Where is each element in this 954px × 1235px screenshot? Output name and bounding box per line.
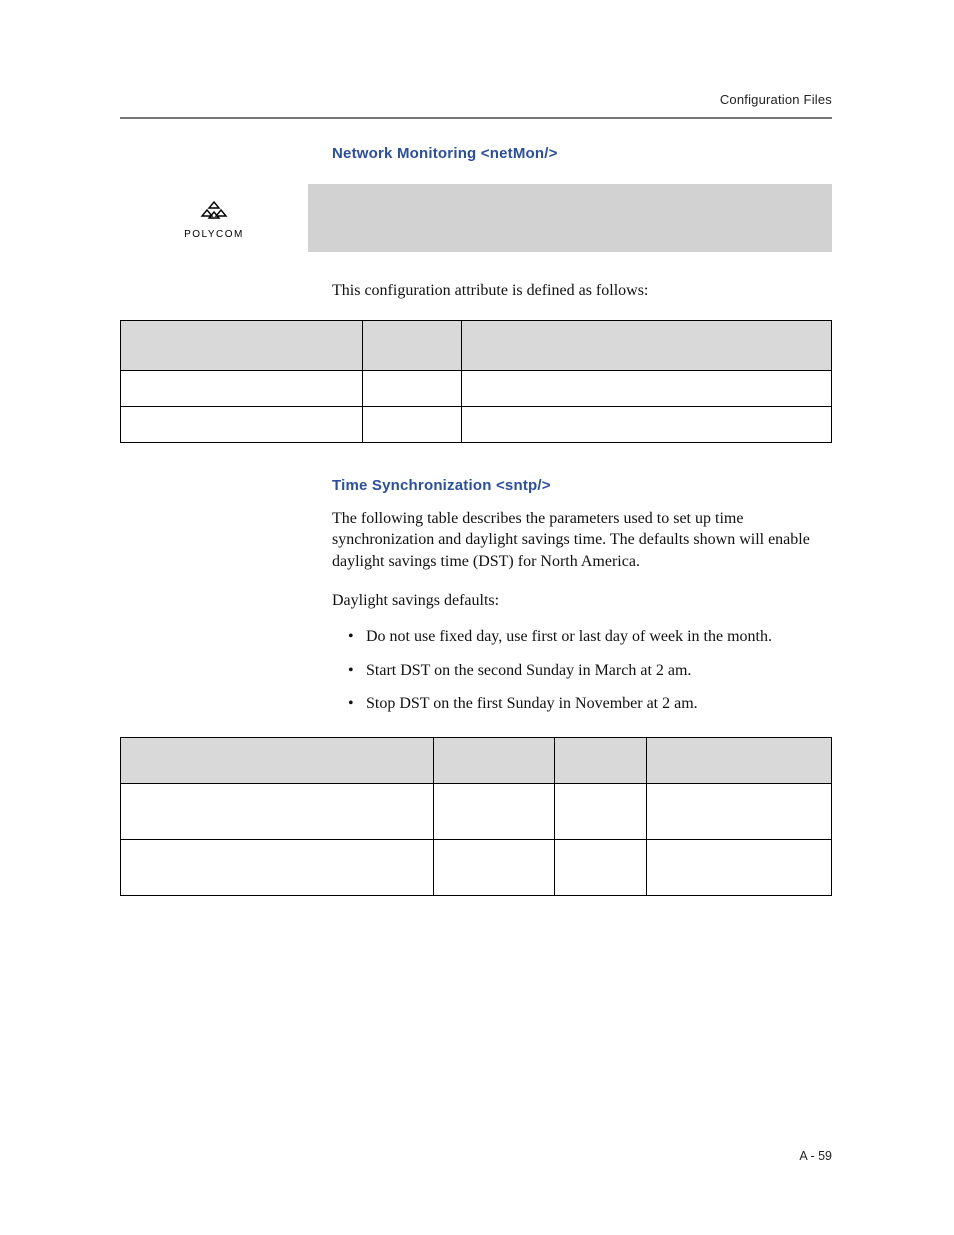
polycom-logo: POLYCOM — [184, 201, 244, 240]
section-title-sntp: Time Synchronization <sntp/> — [332, 477, 832, 494]
table-header-cell — [121, 737, 434, 783]
table-cell — [121, 406, 363, 442]
table-header-row — [121, 737, 832, 783]
table-row — [121, 370, 832, 406]
table-header-cell — [362, 320, 462, 370]
table-cell — [647, 783, 832, 839]
table-cell — [554, 783, 646, 839]
note-block: POLYCOM — [120, 184, 832, 252]
table-header-cell — [433, 737, 554, 783]
page-content: Configuration Files Network Monitoring <… — [120, 92, 832, 896]
table-row — [121, 783, 832, 839]
note-logo-cell: POLYCOM — [120, 184, 308, 252]
table-cell — [647, 839, 832, 895]
table-cell — [121, 783, 434, 839]
dst-bullet-list: Do not use fixed day, use first or last … — [352, 626, 832, 715]
header-rule — [120, 117, 832, 119]
table-cell — [433, 839, 554, 895]
table-cell — [121, 370, 363, 406]
netmon-intro-text: This configuration attribute is defined … — [332, 280, 832, 302]
table-cell — [462, 370, 832, 406]
table-header-cell — [462, 320, 832, 370]
table-cell — [554, 839, 646, 895]
table-header-cell — [554, 737, 646, 783]
page-number: A - 59 — [799, 1149, 832, 1163]
table-cell — [462, 406, 832, 442]
polycom-mark-icon — [199, 201, 229, 225]
list-item: Start DST on the second Sunday in March … — [352, 660, 832, 682]
table-cell — [362, 370, 462, 406]
dst-defaults-label: Daylight savings defaults: — [332, 590, 832, 612]
running-head: Configuration Files — [120, 92, 832, 107]
sntp-parameter-table — [120, 737, 832, 896]
table-cell — [433, 783, 554, 839]
list-item: Stop DST on the first Sunday in November… — [352, 693, 832, 715]
table-row — [121, 406, 832, 442]
polycom-wordmark: POLYCOM — [184, 229, 244, 240]
netmon-attribute-table — [120, 320, 832, 443]
table-header-row — [121, 320, 832, 370]
note-body — [308, 184, 832, 252]
table-header-cell — [647, 737, 832, 783]
list-item: Do not use fixed day, use first or last … — [352, 626, 832, 648]
table-header-cell — [121, 320, 363, 370]
section-title-netmon: Network Monitoring <netMon/> — [332, 145, 832, 162]
table-cell — [121, 839, 434, 895]
sntp-paragraph: The following table describes the parame… — [332, 508, 832, 573]
table-row — [121, 839, 832, 895]
table-cell — [362, 406, 462, 442]
